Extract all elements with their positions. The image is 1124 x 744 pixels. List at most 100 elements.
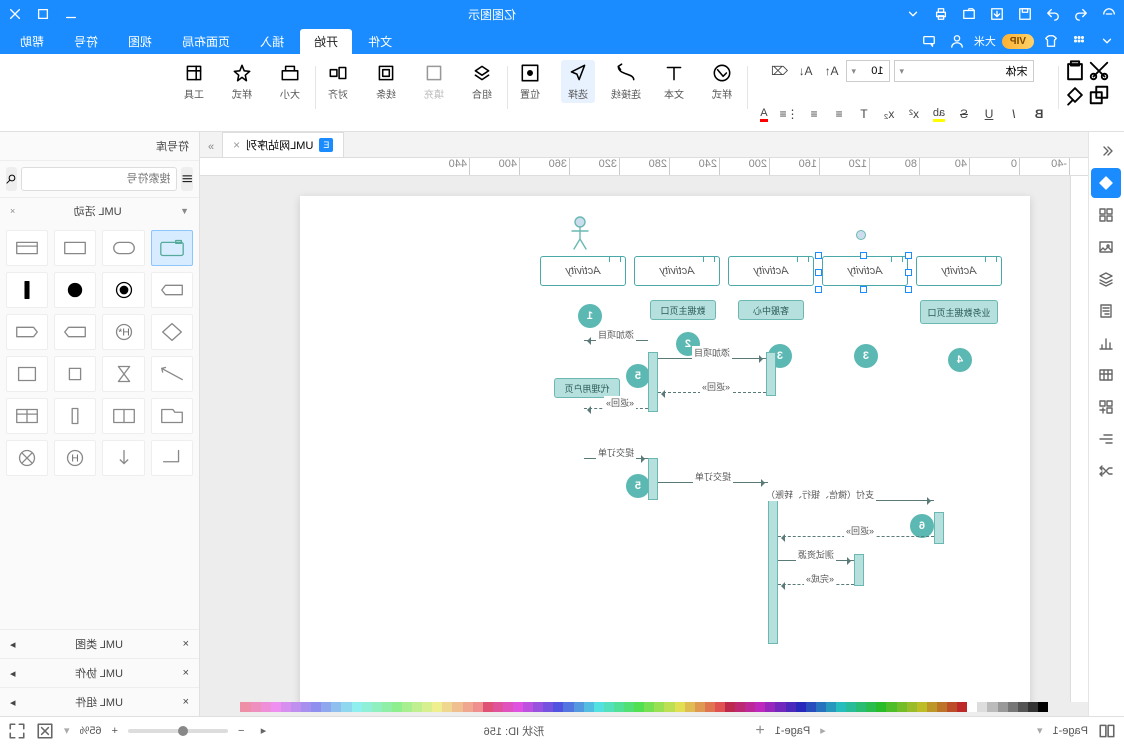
color-swatch[interactable]: [543, 702, 553, 712]
grid-panel-icon[interactable]: [1092, 200, 1122, 230]
undo-icon[interactable]: [1070, 3, 1092, 25]
color-swatch[interactable]: [614, 702, 624, 712]
shape-h-letter[interactable]: H: [54, 440, 96, 476]
maximize-icon[interactable]: [32, 3, 54, 25]
shape-activity[interactable]: [151, 230, 193, 266]
comment-icon[interactable]: [918, 30, 940, 52]
position-button[interactable]: 位置: [513, 60, 547, 103]
close-tab-icon[interactable]: ×: [233, 138, 240, 152]
color-swatch[interactable]: [553, 702, 563, 712]
color-swatch[interactable]: [967, 702, 977, 712]
table-panel-icon[interactable]: [1092, 360, 1122, 390]
shape-history[interactable]: H*: [103, 314, 145, 350]
color-swatch[interactable]: [422, 702, 432, 712]
collapse-tabs-icon[interactable]: »: [200, 137, 222, 157]
color-swatch[interactable]: [644, 702, 654, 712]
shape-note[interactable]: [6, 356, 48, 392]
color-swatch[interactable]: [584, 702, 594, 712]
color-swatch[interactable]: [998, 702, 1008, 712]
lib-cat-collab[interactable]: ×UML 协作▸: [0, 658, 199, 687]
align-panel-icon[interactable]: [1092, 424, 1122, 454]
bullets-button[interactable]: ⋮≡: [778, 104, 800, 124]
color-swatch[interactable]: [331, 702, 341, 712]
shape-corner[interactable]: [151, 440, 193, 476]
lifeline-bar[interactable]: [648, 458, 658, 500]
color-swatch[interactable]: [301, 702, 311, 712]
decrease-font-icon[interactable]: A↓: [795, 61, 817, 81]
italic-button[interactable]: I: [1003, 104, 1025, 124]
more-icon[interactable]: [902, 3, 924, 25]
lifeline-bar[interactable]: [648, 352, 658, 412]
shape-hourglass[interactable]: [103, 356, 145, 392]
tab-start[interactable]: 开始: [300, 29, 352, 54]
shape-final[interactable]: [103, 272, 145, 308]
shape-decision[interactable]: [151, 314, 193, 350]
color-swatch[interactable]: [311, 702, 321, 712]
color-swatch[interactable]: [836, 702, 846, 712]
color-swatch[interactable]: [362, 702, 372, 712]
color-swatch[interactable]: [675, 702, 685, 712]
color-swatch[interactable]: [533, 702, 543, 712]
size-button[interactable]: 大小: [273, 60, 307, 103]
color-swatch[interactable]: [251, 702, 261, 712]
color-swatch[interactable]: [816, 702, 826, 712]
tools-button[interactable]: 工具: [177, 60, 211, 103]
grid-icon[interactable]: [1068, 30, 1090, 52]
color-swatch[interactable]: [473, 702, 483, 712]
number-node[interactable]: 5: [626, 474, 650, 498]
search-input[interactable]: [22, 167, 178, 191]
color-swatch[interactable]: [846, 702, 856, 712]
color-swatch[interactable]: [493, 702, 503, 712]
color-swatch[interactable]: [876, 702, 886, 712]
zoom-out-icon[interactable]: −: [238, 725, 244, 737]
shape-action[interactable]: [6, 230, 48, 266]
color-swatch[interactable]: [463, 702, 473, 712]
components-icon[interactable]: [1092, 392, 1122, 422]
activity-box[interactable]: 客服中心: [738, 300, 804, 320]
color-swatch[interactable]: [1038, 702, 1048, 712]
prev-icon[interactable]: ◂: [254, 722, 272, 740]
number-node[interactable]: 5: [626, 364, 650, 388]
highlight-button[interactable]: ab: [928, 104, 950, 124]
color-swatch[interactable]: [937, 702, 947, 712]
lib-category-active[interactable]: ▼UML 活动×: [0, 197, 199, 224]
shape-partition[interactable]: [6, 398, 48, 434]
swimlane-head[interactable]: Activity: [822, 256, 908, 286]
line-spacing-button[interactable]: ≡: [828, 104, 850, 124]
avatar-icon[interactable]: [946, 30, 968, 52]
color-swatch[interactable]: [735, 702, 745, 712]
color-swatch[interactable]: [402, 702, 412, 712]
color-swatch[interactable]: [664, 702, 674, 712]
align-button[interactable]: ≡: [803, 104, 825, 124]
zoom-in-icon[interactable]: +: [112, 725, 118, 737]
lifeline-bar[interactable]: [934, 512, 944, 544]
shape-receive[interactable]: [54, 314, 96, 350]
strike-button[interactable]: S: [953, 104, 975, 124]
color-swatch[interactable]: [1028, 702, 1038, 712]
color-swatch[interactable]: [927, 702, 937, 712]
color-swatch[interactable]: [382, 702, 392, 712]
color-swatch[interactable]: [725, 702, 735, 712]
page-nav-icon[interactable]: [1098, 722, 1116, 740]
color-swatch[interactable]: [977, 702, 987, 712]
shape-box[interactable]: [54, 230, 96, 266]
shape-bar[interactable]: [6, 272, 48, 308]
cut-button[interactable]: [1088, 60, 1110, 82]
image-panel-icon[interactable]: [1092, 232, 1122, 262]
export-icon[interactable]: [986, 3, 1008, 25]
lifeline-bar[interactable]: [854, 554, 864, 586]
select-button[interactable]: 选择: [561, 60, 595, 103]
shape-signal[interactable]: [151, 272, 193, 308]
lib-cat-class[interactable]: ×UML 类图▸: [0, 629, 199, 658]
color-swatch[interactable]: [564, 702, 574, 712]
tab-view[interactable]: 视图: [114, 29, 166, 54]
format-painter-button[interactable]: [1064, 84, 1086, 106]
connector-button[interactable]: 连接线: [609, 60, 643, 103]
font-color-button[interactable]: A: [753, 104, 775, 124]
color-swatch[interactable]: [513, 702, 523, 712]
lifeline-bar[interactable]: [766, 352, 776, 396]
lib-menu-icon[interactable]: [182, 167, 194, 191]
group-button[interactable]: 组合: [465, 60, 499, 103]
font-family-select[interactable]: 宋体: [895, 60, 1035, 82]
redo-icon[interactable]: [1042, 3, 1064, 25]
